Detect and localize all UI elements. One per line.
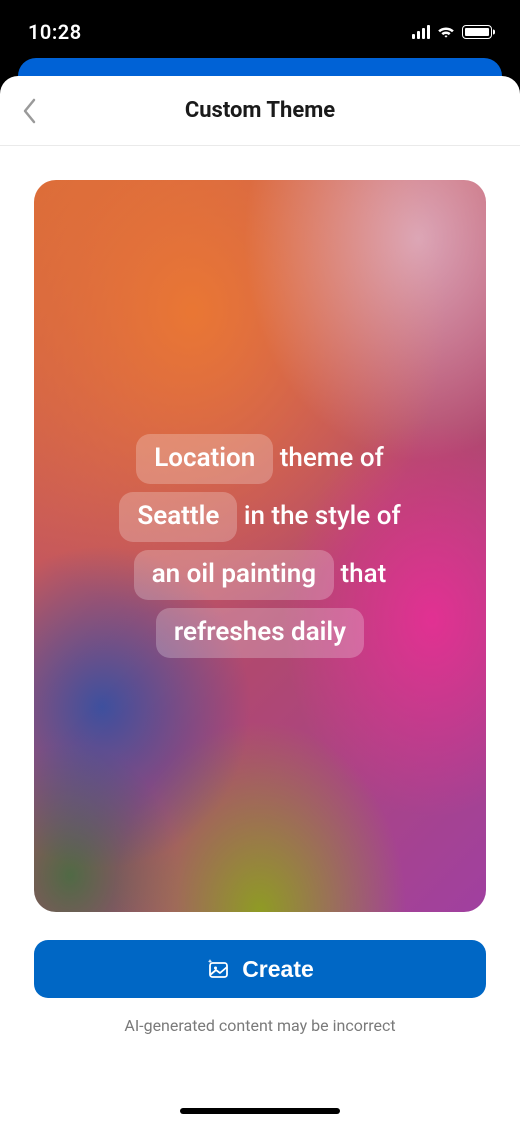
prompt-text-2: in the style of xyxy=(237,501,400,531)
prompt-text-1: theme of xyxy=(273,443,383,473)
create-button[interactable]: Create xyxy=(34,940,486,998)
sparkle-image-icon xyxy=(206,957,230,981)
battery-icon xyxy=(462,25,492,39)
home-indicator[interactable] xyxy=(180,1108,340,1114)
theme-preview-card: Location theme of Seattle in the style o… xyxy=(34,180,486,912)
back-button[interactable] xyxy=(22,98,38,124)
wifi-icon xyxy=(436,25,456,39)
status-bar: 10:28 xyxy=(0,0,520,55)
style-chip[interactable]: an oil painting xyxy=(134,550,334,600)
prompt-text-3: that xyxy=(334,559,386,589)
refresh-chip[interactable]: refreshes daily xyxy=(156,608,364,658)
ai-disclaimer: AI-generated content may be incorrect xyxy=(34,1016,486,1035)
category-chip[interactable]: Location xyxy=(136,434,273,484)
cellular-signal-icon xyxy=(412,25,430,39)
header: Custom Theme xyxy=(0,76,520,146)
content-area: Location theme of Seattle in the style o… xyxy=(0,146,520,1126)
subject-chip[interactable]: Seattle xyxy=(119,492,237,542)
chevron-left-icon xyxy=(22,98,38,124)
page-title: Custom Theme xyxy=(22,98,498,123)
status-time: 10:28 xyxy=(28,20,82,44)
prompt-text: Location theme of Seattle in the style o… xyxy=(90,430,430,661)
create-button-label: Create xyxy=(242,956,314,983)
status-icons xyxy=(412,25,492,39)
main-panel: Custom Theme Location theme of Seattle i… xyxy=(0,76,520,1126)
